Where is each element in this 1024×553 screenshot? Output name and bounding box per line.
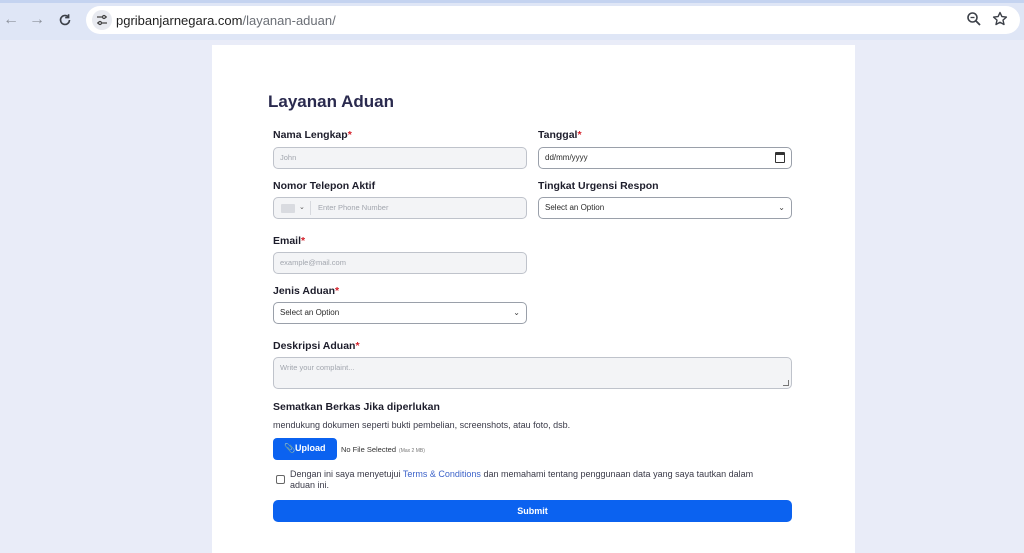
upload-label: Upload	[295, 443, 326, 453]
url-text: pgribanjarnegara.com/layanan-aduan/	[116, 13, 336, 28]
urgensi-select[interactable]: Select an Option ⌄	[538, 197, 792, 219]
tanggal-value: dd/mm/yyyy	[545, 153, 588, 162]
nama-label: Nama Lengkap*	[273, 129, 352, 141]
upload-button[interactable]: 📎 Upload	[273, 438, 337, 460]
deskripsi-label: Deskripsi Aduan*	[273, 340, 360, 352]
divider	[310, 201, 311, 215]
required-marker: *	[347, 129, 352, 141]
urgensi-label: Tingkat Urgensi Respon	[538, 180, 659, 192]
chevron-down-icon[interactable]: ⌄	[299, 203, 305, 211]
terms-checkbox[interactable]	[276, 475, 285, 484]
email-input[interactable]: example@mail.com	[273, 252, 527, 274]
tab-strip-edge	[0, 0, 1024, 3]
deskripsi-textarea[interactable]: Write your complaint...	[273, 357, 792, 389]
url-host: pgribanjarnegara.com	[116, 13, 243, 28]
deskripsi-label-text: Deskripsi Aduan	[273, 340, 356, 352]
required-marker: *	[301, 235, 306, 247]
bookmark-star-icon[interactable]	[992, 11, 1010, 29]
berkas-helper-text: mendukung dokumen seperti bukti pembelia…	[273, 420, 571, 430]
tanggal-label: Tanggal*	[538, 129, 582, 141]
email-label: Email*	[273, 235, 305, 247]
consent-text: Dengan ini saya menyetujui Terms & Condi…	[290, 469, 780, 491]
forward-icon[interactable]: →	[26, 9, 48, 31]
nama-label-text: Nama Lengkap	[273, 129, 348, 141]
consent-before: Dengan ini saya menyetujui	[290, 469, 403, 479]
telepon-input[interactable]: ⌄ Enter Phone Number	[273, 197, 527, 219]
address-bar[interactable]: pgribanjarnegara.com/layanan-aduan/	[86, 6, 1020, 34]
submit-button[interactable]: Submit	[273, 500, 792, 522]
country-flag-icon[interactable]	[281, 204, 295, 213]
paperclip-icon: 📎	[284, 443, 296, 453]
urgensi-value: Select an Option	[545, 203, 605, 212]
required-marker: *	[335, 285, 340, 297]
terms-link[interactable]: Terms & Conditions	[403, 469, 481, 479]
tanggal-label-text: Tanggal	[538, 129, 578, 141]
calendar-icon[interactable]	[775, 152, 785, 163]
telepon-label: Nomor Telepon Aktif	[273, 180, 376, 192]
site-info-icon[interactable]	[92, 10, 112, 30]
browser-toolbar: ← → pgribanjarnegara.com/layanan-aduan/	[0, 0, 1024, 40]
file-status: No File Selected (Max 2 MB)	[341, 445, 425, 454]
telepon-placeholder: Enter Phone Number	[318, 203, 389, 212]
jenis-select[interactable]: Select an Option ⌄	[273, 302, 527, 324]
chevron-down-icon: ⌄	[513, 308, 520, 317]
jenis-label-text: Jenis Aduan	[273, 285, 336, 297]
required-marker: *	[577, 129, 582, 141]
url-path: /layanan-aduan/	[242, 13, 336, 28]
email-placeholder: example@mail.com	[280, 258, 346, 267]
reload-icon[interactable]	[54, 9, 76, 31]
required-marker: *	[355, 340, 360, 352]
jenis-label: Jenis Aduan*	[273, 285, 339, 297]
jenis-value: Select an Option	[280, 308, 340, 317]
tanggal-date-input[interactable]: dd/mm/yyyy	[538, 147, 792, 169]
no-file-text: No File Selected	[341, 445, 397, 454]
chevron-down-icon: ⌄	[778, 203, 785, 212]
back-icon[interactable]: ←	[0, 9, 22, 31]
berkas-label: Sematkan Berkas Jika diperlukan	[273, 401, 440, 413]
resize-handle[interactable]	[783, 380, 789, 386]
nama-input[interactable]: John	[273, 147, 527, 169]
email-label-text: Email	[273, 235, 302, 247]
zoom-icon[interactable]	[966, 11, 984, 29]
deskripsi-placeholder: Write your complaint...	[280, 363, 355, 372]
page-title: Layanan Aduan	[268, 92, 394, 111]
max-size-text: (Max 2 MB)	[399, 448, 425, 454]
nama-placeholder: John	[280, 153, 297, 162]
